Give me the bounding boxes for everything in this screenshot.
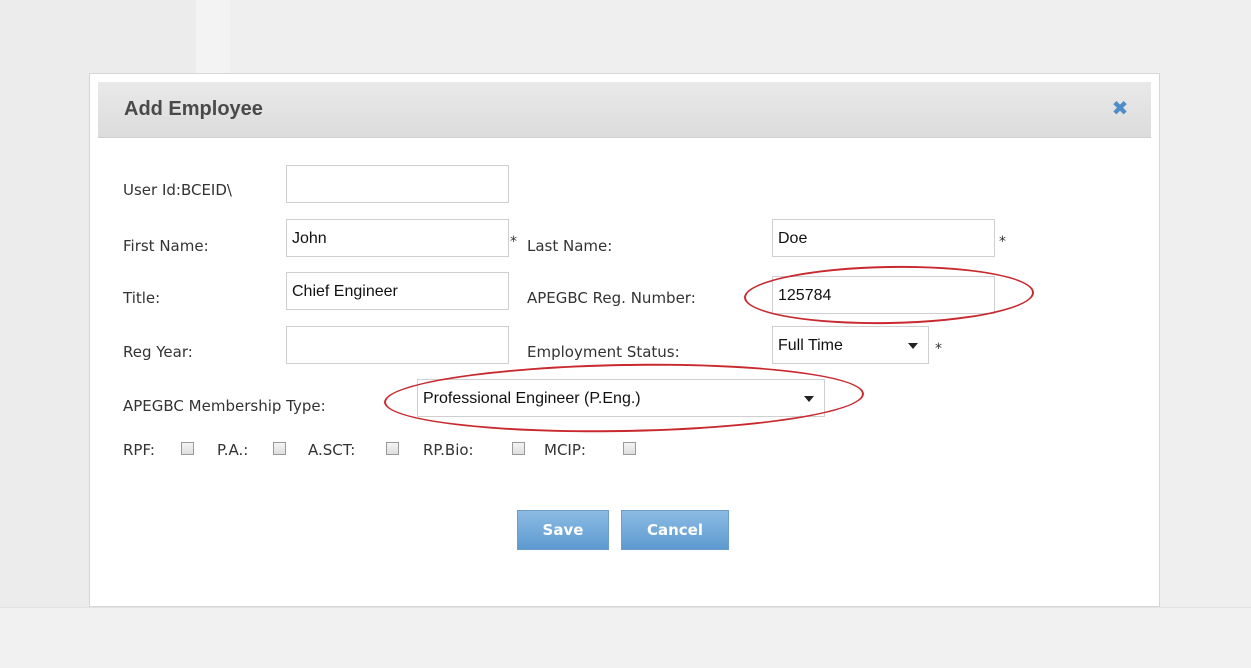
first-name-input[interactable]: John (286, 219, 509, 257)
last-name-input[interactable]: Doe (772, 219, 995, 257)
required-marker: * (935, 341, 942, 357)
checkbox-rpbio[interactable] (512, 442, 525, 455)
employment-status-label: Employment Status: (527, 343, 680, 361)
employment-status-value: Full Time (778, 337, 843, 354)
membership-type-select[interactable]: Professional Engineer (P.Eng.) (417, 379, 825, 417)
background-footer (0, 607, 1251, 668)
dialog-title: Add Employee (124, 98, 263, 120)
checkbox-label-mcip: MCIP: (544, 441, 586, 459)
reg-number-label: APEGBC Reg. Number: (527, 289, 696, 307)
required-marker: * (999, 234, 1006, 250)
membership-type-label: APEGBC Membership Type: (123, 397, 326, 415)
dialog-header: Add Employee ✖ (98, 82, 1151, 138)
employment-status-select[interactable]: Full Time (772, 326, 929, 364)
chevron-down-icon (908, 343, 918, 349)
title-label: Title: (123, 289, 161, 307)
checkbox-mcip[interactable] (623, 442, 636, 455)
user-id-label: User Id:BCEID\ (123, 181, 232, 199)
membership-type-value: Professional Engineer (P.Eng.) (423, 390, 641, 407)
checkbox-label-rpbio: RP.Bio: (423, 441, 474, 459)
last-name-label: Last Name: (527, 237, 613, 255)
cancel-button[interactable]: Cancel (621, 510, 729, 550)
checkbox-label-pa: P.A.: (217, 441, 249, 459)
checkbox-pa[interactable] (273, 442, 286, 455)
reg-year-label: Reg Year: (123, 343, 193, 361)
checkbox-rpf[interactable] (181, 442, 194, 455)
checkbox-asct[interactable] (386, 442, 399, 455)
chevron-down-icon (804, 396, 814, 402)
first-name-label: First Name: (123, 237, 209, 255)
reg-number-input[interactable]: 125784 (772, 276, 995, 314)
save-button[interactable]: Save (517, 510, 609, 550)
reg-year-input[interactable] (286, 326, 509, 364)
required-marker: * (510, 234, 517, 250)
close-icon[interactable]: ✖ (1111, 98, 1129, 118)
checkbox-label-asct: A.SCT: (308, 441, 356, 459)
title-input[interactable]: Chief Engineer (286, 272, 509, 310)
user-id-input[interactable] (286, 165, 509, 203)
checkbox-label-rpf: RPF: (123, 441, 155, 459)
